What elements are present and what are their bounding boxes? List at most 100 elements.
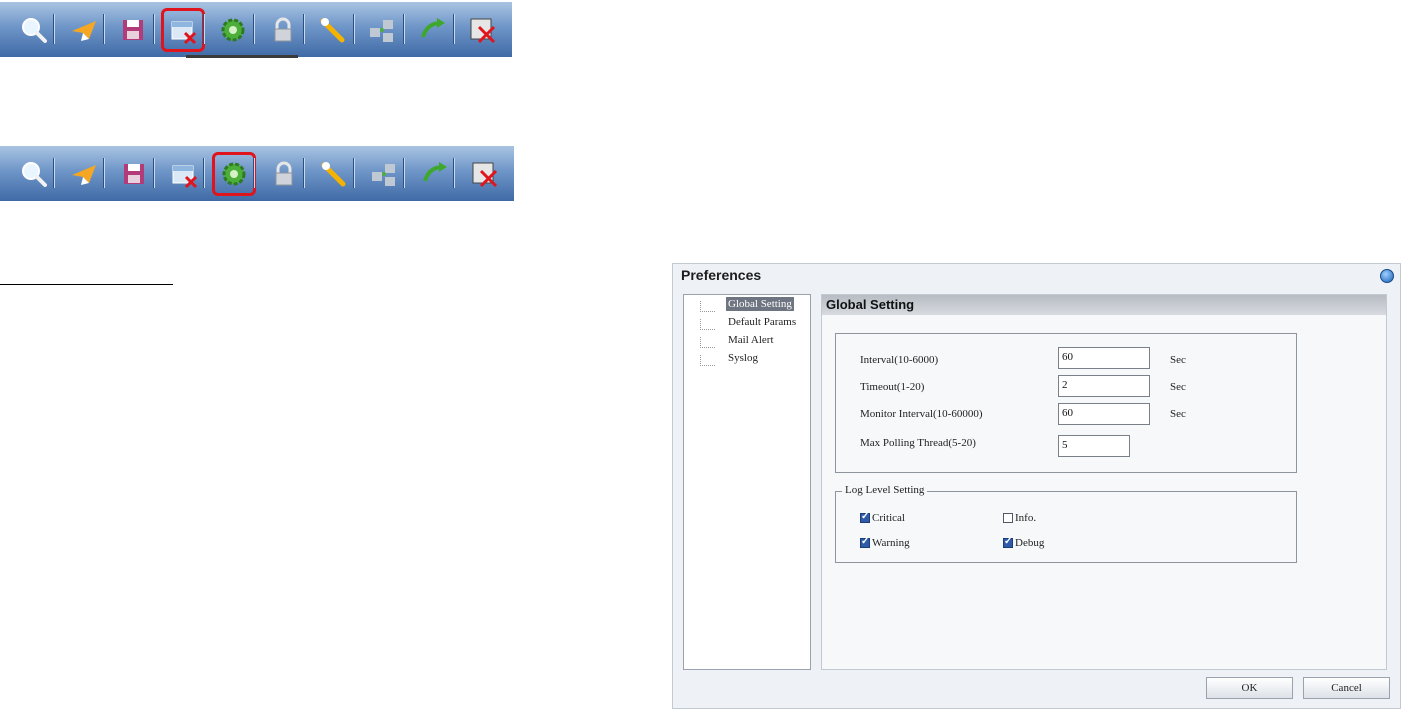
info-checkbox[interactable]: Info. <box>1003 512 1036 524</box>
tree-item-default-params[interactable]: Default Params <box>726 315 798 329</box>
toolbar-separator <box>203 158 205 188</box>
monitor-interval-label: Monitor Interval(10-60000) <box>860 408 983 420</box>
checkbox-unchecked-icon <box>1003 513 1013 523</box>
toolbar-separator <box>153 158 155 188</box>
save-button[interactable] <box>114 10 154 50</box>
close-icon[interactable] <box>1380 269 1394 283</box>
undo-icon <box>421 17 446 38</box>
interval-input[interactable]: 60 <box>1058 347 1150 369</box>
toolbar-separator <box>53 158 55 188</box>
wrench-icon <box>321 161 346 186</box>
panel-title: Global Setting <box>822 295 1386 315</box>
debug-checkbox[interactable]: Debug <box>1003 536 1045 549</box>
network-button[interactable] <box>363 10 403 50</box>
undo-button[interactable] <box>412 10 452 50</box>
toolbar-separator <box>403 14 405 44</box>
checkbox-checked-icon <box>1003 536 1013 548</box>
exit-icon <box>472 162 498 187</box>
log-level-legend: Log Level Setting <box>842 484 928 496</box>
toolbar-separator <box>353 14 355 44</box>
lock-button[interactable] <box>263 10 303 50</box>
monitor-interval-input[interactable]: 60 <box>1058 403 1150 425</box>
tree-item-syslog[interactable]: Syslog <box>726 351 760 365</box>
global-settings-group: Interval(10-6000) 60 Sec Timeout(1-20) 2… <box>835 333 1297 473</box>
tree-item-global-setting[interactable]: Global Setting <box>726 297 794 311</box>
plane-button[interactable] <box>64 154 104 194</box>
checkbox-checked-icon <box>860 511 870 523</box>
search-icon <box>22 161 47 187</box>
search-button[interactable] <box>14 154 54 194</box>
dialog-title: Preferences <box>681 267 762 283</box>
tool-button[interactable] <box>314 154 354 194</box>
network-button[interactable] <box>364 154 404 194</box>
lock-icon <box>274 17 292 41</box>
lock-button[interactable] <box>264 154 304 194</box>
toolbar-separator <box>153 14 155 44</box>
tree-branch-line <box>700 319 715 330</box>
save-icon <box>124 163 144 184</box>
max-polling-thread-input[interactable]: 5 <box>1058 435 1130 457</box>
cancel-button[interactable]: Cancel <box>1303 677 1390 699</box>
toolbar-separator <box>453 14 455 44</box>
checkbox-checked-icon <box>860 536 870 548</box>
toolbar-separator <box>203 14 205 44</box>
gear-icon <box>221 18 245 41</box>
tree-branch-line <box>700 355 715 366</box>
toolbar-separator <box>103 14 105 44</box>
tree-item-mail-alert[interactable]: Mail Alert <box>726 333 776 347</box>
toolbar-separator <box>303 14 305 44</box>
monitor-interval-unit: Sec <box>1170 408 1186 420</box>
wrench-icon <box>320 17 345 42</box>
debug-label: Debug <box>1015 537 1045 549</box>
settings-button[interactable] <box>213 10 253 50</box>
delete-device-icon <box>171 21 197 44</box>
toolbar-separator <box>303 158 305 188</box>
toolbar-separator <box>453 158 455 188</box>
toolbar-separator <box>253 14 255 44</box>
save-button[interactable] <box>114 154 154 194</box>
toolbar-bottom <box>0 146 514 201</box>
interval-unit: Sec <box>1170 354 1186 366</box>
tooltip-shadow <box>186 55 298 58</box>
toolbar-separator <box>53 14 55 44</box>
settings-tree: Global Setting Default Params Mail Alert… <box>683 294 811 670</box>
preferences-dialog: Preferences Global Setting Default Param… <box>672 263 1401 709</box>
tree-branch-line <box>700 301 715 312</box>
timeout-label: Timeout(1-20) <box>860 381 925 393</box>
critical-label: Critical <box>872 512 905 524</box>
toolbar-separator <box>353 158 355 188</box>
plane-icon <box>71 20 96 41</box>
interval-label: Interval(10-6000) <box>860 354 939 366</box>
toolbar-separator <box>253 158 255 188</box>
tree-branch-line <box>700 337 715 348</box>
gear-icon <box>222 162 246 185</box>
undo-button[interactable] <box>414 154 454 194</box>
critical-checkbox[interactable]: Critical <box>860 511 905 524</box>
warning-checkbox[interactable]: Warning <box>860 536 910 549</box>
toolbar-top <box>0 2 512 57</box>
exit-button[interactable] <box>462 10 502 50</box>
tool-button[interactable] <box>313 10 353 50</box>
log-level-group: Log Level Setting Critical Info. Warning… <box>835 484 1297 563</box>
plane-icon <box>72 164 96 185</box>
exit-button[interactable] <box>464 154 504 194</box>
search-button[interactable] <box>14 10 54 50</box>
info-label: Info. <box>1015 512 1037 524</box>
search-icon <box>21 17 47 43</box>
toolbar-separator <box>103 158 105 188</box>
max-polling-thread-label: Max Polling Thread(5-20) <box>860 437 976 449</box>
toolbar-separator <box>403 158 405 188</box>
delete-device-button[interactable] <box>161 7 205 52</box>
timeout-input[interactable]: 2 <box>1058 375 1150 397</box>
network-icon <box>372 163 395 186</box>
save-icon <box>123 19 144 40</box>
settings-content: Global Setting Interval(10-6000) 60 Sec … <box>821 294 1387 670</box>
warning-label: Warning <box>872 537 910 549</box>
plane-button[interactable] <box>64 10 104 50</box>
timeout-unit: Sec <box>1170 381 1186 393</box>
ok-button[interactable]: OK <box>1206 677 1293 699</box>
delete-device-icon <box>172 165 198 188</box>
settings-button[interactable] <box>212 151 256 196</box>
lock-icon <box>275 161 293 185</box>
delete-device-button[interactable] <box>164 154 204 194</box>
